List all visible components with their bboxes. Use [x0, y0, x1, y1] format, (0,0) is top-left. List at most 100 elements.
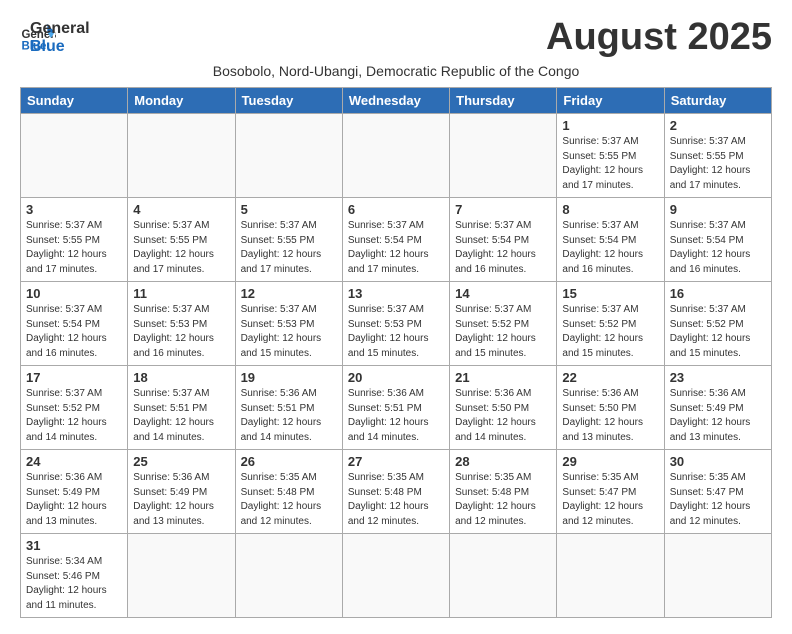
weekday-header-saturday: Saturday [664, 88, 771, 114]
day-number: 28 [455, 454, 551, 469]
day-info: Sunrise: 5:37 AMSunset: 5:55 PMDaylight:… [562, 135, 658, 193]
day-info: Sunrise: 5:37 AMSunset: 5:55 PMDaylight:… [133, 219, 229, 277]
calendar-cell: 31 Sunrise: 5:34 AMSunset: 5:46 PMDayligh… [21, 534, 128, 618]
day-number: 4 [133, 202, 229, 217]
calendar-week-2: 3Sunrise: 5:37 AMSunset: 5:55 PMDaylight… [21, 198, 772, 282]
calendar-cell [21, 114, 128, 198]
calendar-cell: 25 Sunrise: 5:36 AMSunset: 5:49 PMDayligh… [128, 450, 235, 534]
calendar-cell: 5 Sunrise: 5:37 AMSunset: 5:55 PMDaylight… [235, 198, 342, 282]
weekday-header-row: SundayMondayTuesdayWednesdayThursdayFrid… [21, 88, 772, 114]
day-number: 20 [348, 370, 444, 385]
calendar-cell: 26Sunrise: 5:35 AMSunset: 5:48 PMDayligh… [235, 450, 342, 534]
calendar-cell: 20 Sunrise: 5:36 AMSunset: 5:51 PMDayligh… [342, 366, 449, 450]
day-info: Sunrise: 5:37 AMSunset: 5:53 PMDaylight:… [348, 303, 444, 361]
day-info: Sunrise: 5:36 AMSunset: 5:49 PMDaylight:… [26, 471, 122, 529]
day-number: 13 [348, 286, 444, 301]
calendar-cell [450, 114, 557, 198]
location-subtitle: Bosobolo, Nord-Ubangi, Democratic Republ… [20, 63, 772, 79]
logo-general: General [30, 20, 90, 38]
day-number: 10 [26, 286, 122, 301]
day-number: 15 [562, 286, 658, 301]
calendar-table: SundayMondayTuesdayWednesdayThursdayFrid… [20, 87, 772, 618]
calendar-cell [342, 534, 449, 618]
day-info: Sunrise: 5:37 AMSunset: 5:55 PMDaylight:… [241, 219, 337, 277]
day-number: 8 [562, 202, 658, 217]
day-info: Sunrise: 5:35 AMSunset: 5:47 PMDaylight:… [562, 471, 658, 529]
day-info: Sunrise: 5:37 AMSunset: 5:54 PMDaylight:… [26, 303, 122, 361]
page-header: General Blue General Blue August 2025 [20, 16, 772, 59]
calendar-cell: 22Sunrise: 5:36 AMSunset: 5:50 PMDayligh… [557, 366, 664, 450]
day-info: Sunrise: 5:37 AMSunset: 5:54 PMDaylight:… [562, 219, 658, 277]
calendar-cell: 10 Sunrise: 5:37 AMSunset: 5:54 PMDayligh… [21, 282, 128, 366]
day-info: Sunrise: 5:35 AMSunset: 5:48 PMDaylight:… [241, 471, 337, 529]
day-number: 14 [455, 286, 551, 301]
weekday-header-tuesday: Tuesday [235, 88, 342, 114]
calendar-cell: 4 Sunrise: 5:37 AMSunset: 5:55 PMDaylight… [128, 198, 235, 282]
weekday-header-thursday: Thursday [450, 88, 557, 114]
calendar-cell: 3Sunrise: 5:37 AMSunset: 5:55 PMDaylight… [21, 198, 128, 282]
calendar-cell [235, 114, 342, 198]
day-info: Sunrise: 5:37 AMSunset: 5:54 PMDaylight:… [348, 219, 444, 277]
day-number: 11 [133, 286, 229, 301]
calendar-cell: 12Sunrise: 5:37 AMSunset: 5:53 PMDayligh… [235, 282, 342, 366]
calendar-cell: 2Sunrise: 5:37 AMSunset: 5:55 PMDaylight… [664, 114, 771, 198]
day-number: 27 [348, 454, 444, 469]
day-info: Sunrise: 5:37 AMSunset: 5:52 PMDaylight:… [670, 303, 766, 361]
day-info: Sunrise: 5:36 AMSunset: 5:51 PMDaylight:… [241, 387, 337, 445]
calendar-cell: 29Sunrise: 5:35 AMSunset: 5:47 PMDayligh… [557, 450, 664, 534]
day-info: Sunrise: 5:36 AMSunset: 5:51 PMDaylight:… [348, 387, 444, 445]
day-number: 25 [133, 454, 229, 469]
day-info: Sunrise: 5:35 AMSunset: 5:48 PMDaylight:… [348, 471, 444, 529]
calendar-week-4: 17 Sunrise: 5:37 AMSunset: 5:52 PMDayligh… [21, 366, 772, 450]
weekday-header-friday: Friday [557, 88, 664, 114]
day-info: Sunrise: 5:36 AMSunset: 5:50 PMDaylight:… [455, 387, 551, 445]
calendar-cell: 19Sunrise: 5:36 AMSunset: 5:51 PMDayligh… [235, 366, 342, 450]
day-number: 31 [26, 538, 122, 553]
day-number: 23 [670, 370, 766, 385]
day-number: 6 [348, 202, 444, 217]
weekday-header-sunday: Sunday [21, 88, 128, 114]
day-number: 5 [241, 202, 337, 217]
day-number: 24 [26, 454, 122, 469]
logo-blue: Blue [30, 38, 90, 56]
day-number: 21 [455, 370, 551, 385]
day-info: Sunrise: 5:37 AMSunset: 5:53 PMDaylight:… [133, 303, 229, 361]
day-number: 17 [26, 370, 122, 385]
calendar-cell [128, 534, 235, 618]
month-year-title: August 2025 [546, 16, 772, 59]
calendar-cell: 27 Sunrise: 5:35 AMSunset: 5:48 PMDayligh… [342, 450, 449, 534]
calendar-cell: 8 Sunrise: 5:37 AMSunset: 5:54 PMDaylight… [557, 198, 664, 282]
day-info: Sunrise: 5:34 AMSunset: 5:46 PMDaylight:… [26, 555, 122, 613]
calendar-cell [235, 534, 342, 618]
calendar-cell: 17 Sunrise: 5:37 AMSunset: 5:52 PMDayligh… [21, 366, 128, 450]
day-info: Sunrise: 5:37 AMSunset: 5:52 PMDaylight:… [455, 303, 551, 361]
day-info: Sunrise: 5:37 AMSunset: 5:52 PMDaylight:… [26, 387, 122, 445]
calendar-week-1: 1 Sunrise: 5:37 AMSunset: 5:55 PMDaylight… [21, 114, 772, 198]
calendar-cell: 30Sunrise: 5:35 AMSunset: 5:47 PMDayligh… [664, 450, 771, 534]
calendar-cell [128, 114, 235, 198]
day-info: Sunrise: 5:37 AMSunset: 5:53 PMDaylight:… [241, 303, 337, 361]
calendar-cell: 15 Sunrise: 5:37 AMSunset: 5:52 PMDayligh… [557, 282, 664, 366]
calendar-cell [450, 534, 557, 618]
calendar-cell: 1 Sunrise: 5:37 AMSunset: 5:55 PMDaylight… [557, 114, 664, 198]
day-number: 1 [562, 118, 658, 133]
calendar-cell: 21 Sunrise: 5:36 AMSunset: 5:50 PMDayligh… [450, 366, 557, 450]
day-info: Sunrise: 5:36 AMSunset: 5:49 PMDaylight:… [133, 471, 229, 529]
day-info: Sunrise: 5:35 AMSunset: 5:47 PMDaylight:… [670, 471, 766, 529]
day-number: 22 [562, 370, 658, 385]
calendar-week-5: 24 Sunrise: 5:36 AMSunset: 5:49 PMDayligh… [21, 450, 772, 534]
calendar-cell: 18Sunrise: 5:37 AMSunset: 5:51 PMDayligh… [128, 366, 235, 450]
weekday-header-monday: Monday [128, 88, 235, 114]
day-info: Sunrise: 5:37 AMSunset: 5:55 PMDaylight:… [26, 219, 122, 277]
day-info: Sunrise: 5:36 AMSunset: 5:49 PMDaylight:… [670, 387, 766, 445]
calendar-week-6: 31 Sunrise: 5:34 AMSunset: 5:46 PMDayligh… [21, 534, 772, 618]
day-info: Sunrise: 5:37 AMSunset: 5:52 PMDaylight:… [562, 303, 658, 361]
calendar-cell: 24 Sunrise: 5:36 AMSunset: 5:49 PMDayligh… [21, 450, 128, 534]
calendar-cell: 28 Sunrise: 5:35 AMSunset: 5:48 PMDayligh… [450, 450, 557, 534]
day-number: 9 [670, 202, 766, 217]
calendar-week-3: 10 Sunrise: 5:37 AMSunset: 5:54 PMDayligh… [21, 282, 772, 366]
day-info: Sunrise: 5:37 AMSunset: 5:54 PMDaylight:… [455, 219, 551, 277]
calendar-cell: 16 Sunrise: 5:37 AMSunset: 5:52 PMDayligh… [664, 282, 771, 366]
day-number: 16 [670, 286, 766, 301]
day-info: Sunrise: 5:35 AMSunset: 5:48 PMDaylight:… [455, 471, 551, 529]
